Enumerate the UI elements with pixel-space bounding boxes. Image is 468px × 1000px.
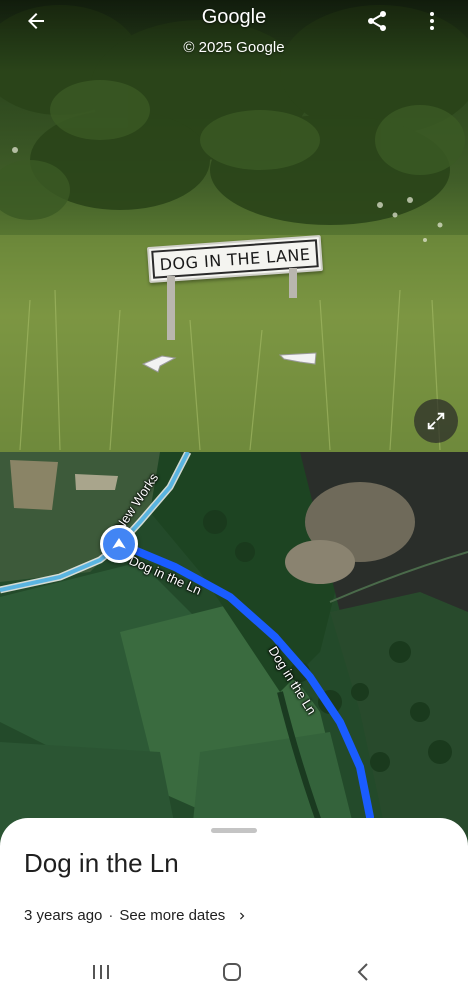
system-back-button[interactable] xyxy=(349,958,377,986)
imagery-date: 3 years ago xyxy=(24,907,103,924)
place-title: Dog in the Ln xyxy=(24,848,179,878)
system-navigation-bar xyxy=(0,944,468,1000)
nav-arrow-right[interactable] xyxy=(278,352,317,365)
street-view-panorama[interactable]: DOG IN THE LANE Google © 2025 Google xyxy=(0,0,468,452)
home-icon xyxy=(223,963,241,981)
navigation-arrow-icon xyxy=(112,538,126,549)
satellite-map xyxy=(0,452,468,852)
home-button[interactable] xyxy=(218,958,246,986)
back-icon xyxy=(357,963,368,981)
recents-button[interactable] xyxy=(87,958,115,986)
map-view[interactable] xyxy=(0,452,468,852)
share-button[interactable] xyxy=(357,1,397,41)
drag-handle[interactable] xyxy=(211,828,257,833)
expand-button[interactable] xyxy=(414,399,458,443)
chevron-right-icon xyxy=(235,909,249,923)
see-more-dates-link[interactable]: See more dates xyxy=(119,907,249,924)
pegman-location-marker[interactable] xyxy=(100,525,138,563)
copyright-text: © 2025 Google xyxy=(183,39,285,56)
more-vert-icon xyxy=(430,12,434,30)
see-more-dates-label: See more dates xyxy=(119,907,226,924)
share-icon xyxy=(368,11,386,31)
nav-arrow-left[interactable] xyxy=(141,355,177,373)
separator-dot: · xyxy=(108,907,114,924)
recents-icon xyxy=(93,965,109,979)
expand-icon xyxy=(427,412,445,430)
more-options-button[interactable] xyxy=(412,1,452,41)
imagery-date-row: 3 years ago · See more dates xyxy=(24,907,249,924)
street-view-title: Google xyxy=(201,6,267,28)
